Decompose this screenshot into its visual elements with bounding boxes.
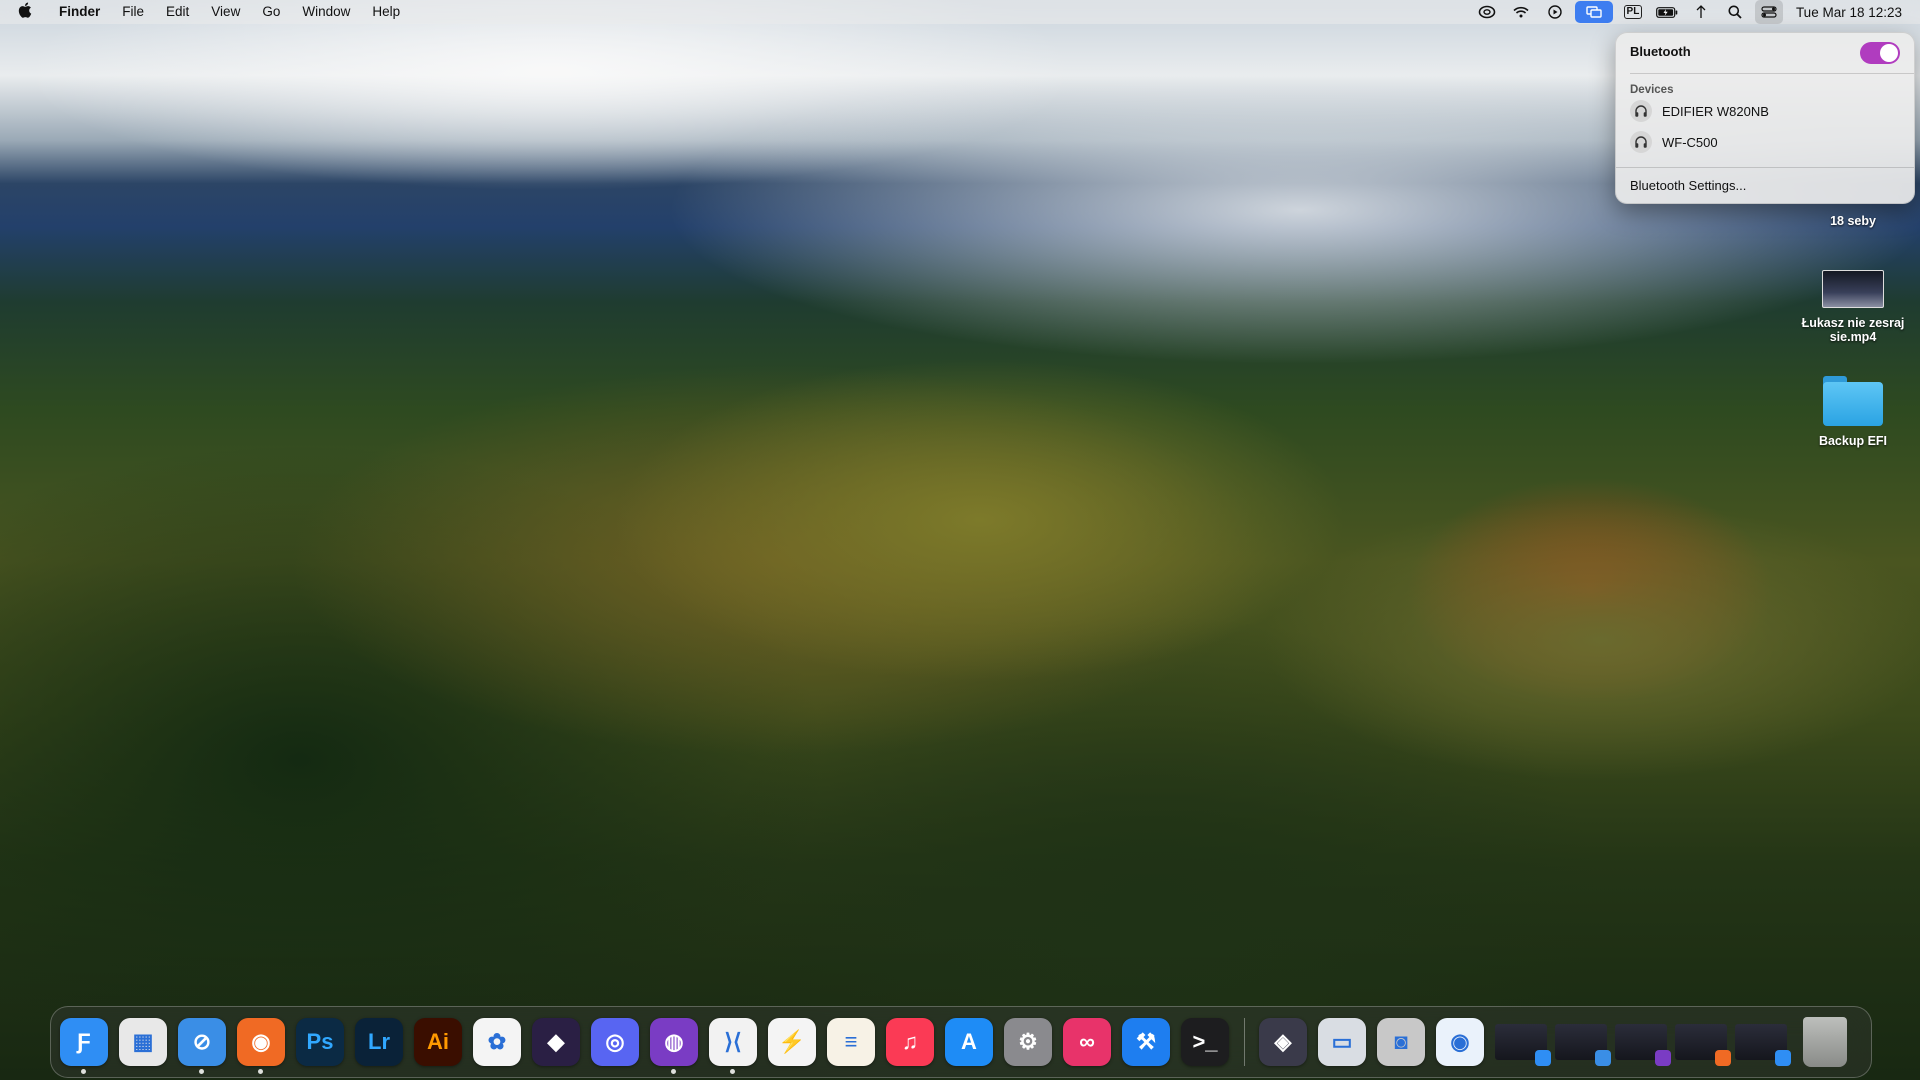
finder-window-icon[interactable] (1735, 1024, 1791, 1066)
lightroom-icon[interactable]: Lr (355, 1018, 403, 1066)
toggle-knob (1880, 44, 1898, 62)
desktop-item-video[interactable]: Łukasz nie zesraj sie.mp4 (1798, 270, 1908, 344)
desktop-item-label: Łukasz nie zesraj sie.mp4 (1801, 316, 1905, 344)
control-center-icon[interactable] (1754, 0, 1783, 24)
running-indicator (199, 1069, 204, 1074)
github-desktop-icon[interactable]: ◍ (650, 1018, 698, 1074)
device-row-wf-c500[interactable]: WF-C500 (1630, 130, 1718, 154)
app-badge-icon (1775, 1050, 1791, 1066)
terminal-icon[interactable]: >_ (1181, 1018, 1229, 1066)
music-icon[interactable]: ♫ (886, 1018, 934, 1066)
device-name: WF-C500 (1662, 134, 1718, 150)
folder-icon (1823, 376, 1883, 426)
battery-icon[interactable] (1653, 0, 1681, 24)
running-indicator (258, 1069, 263, 1074)
trash-icon[interactable] (1803, 1017, 1847, 1067)
running-indicator (671, 1069, 676, 1074)
shortcuts-icon[interactable]: ◈ (1259, 1018, 1307, 1066)
app-badge-icon (1535, 1050, 1551, 1066)
desktop-item-label: 18 seby (1830, 214, 1876, 228)
safari-icon[interactable]: ⊘ (178, 1018, 226, 1074)
image-capture-icon[interactable]: ◙ (1377, 1018, 1425, 1066)
photos-icon[interactable]: ✿ (473, 1018, 521, 1066)
dock: Ƒ ▦ ⊘ ◉ Ps Lr Ai ✿ ◆ ◎ ◍ ⟩⟨ ⚡ ≡ ♫ A ⚙ ∞ ⚒ >_ ◈ ▭ ◙ ◉ (50, 1006, 1872, 1078)
spotlight-search-icon[interactable] (1721, 0, 1749, 24)
bluetooth-panel-title: Bluetooth (1630, 44, 1691, 59)
desktop-item-18-seby[interactable]: 18 seby (1798, 214, 1908, 228)
system-settings-icon[interactable]: ⚙ (1004, 1018, 1052, 1066)
wifi-icon[interactable] (1507, 0, 1535, 24)
video-thumbnail-icon (1822, 270, 1884, 308)
vscode-window-icon[interactable] (1495, 1024, 1551, 1066)
running-indicator (730, 1069, 735, 1074)
vscode-icon[interactable]: ⟩⟨ (709, 1018, 757, 1074)
input-source-label: PL (1623, 5, 1643, 19)
creative-cloud-status-icon[interactable] (1473, 0, 1501, 24)
bluetooth-panel: Bluetooth Devices EDIFIER W820NB WF-C500… (1615, 32, 1915, 204)
app-badge-icon (1655, 1050, 1671, 1066)
headphones-icon (1630, 131, 1652, 153)
creative-cloud-icon[interactable]: ∞ (1063, 1018, 1111, 1066)
bluetooth-toggle[interactable] (1860, 42, 1900, 64)
menu-file[interactable]: File (111, 0, 155, 24)
xcode-icon[interactable]: ⚒ (1122, 1018, 1170, 1066)
input-source-icon[interactable]: PL (1619, 0, 1647, 24)
headphones-icon (1630, 100, 1652, 122)
device-row-edifier[interactable]: EDIFIER W820NB (1630, 99, 1769, 123)
menu-go[interactable]: Go (251, 0, 291, 24)
github-window-icon[interactable] (1615, 1024, 1671, 1066)
menu-bar-clock[interactable]: Tue Mar 18 12:23 (1786, 5, 1920, 20)
divider (1616, 167, 1914, 168)
menu-window[interactable]: Window (291, 0, 361, 24)
launchpad-icon[interactable]: ▦ (119, 1018, 167, 1066)
desktop-item-backup-efi[interactable]: Backup EFI (1798, 376, 1908, 448)
devices-section-label: Devices (1630, 84, 1674, 96)
apple-menu-icon[interactable] (18, 2, 40, 22)
dock-items: Ƒ ▦ ⊘ ◉ Ps Lr Ai ✿ ◆ ◎ ◍ ⟩⟨ ⚡ ≡ ♫ A ⚙ ∞ ⚒ >_ ◈ ▭ ◙ ◉ (60, 1015, 1847, 1074)
menu-edit[interactable]: Edit (155, 0, 200, 24)
photoshop-icon[interactable]: Ps (296, 1018, 344, 1066)
running-indicator (81, 1069, 86, 1074)
illustrator-icon[interactable]: Ai (414, 1018, 462, 1066)
menu-app-name[interactable]: Finder (48, 0, 111, 24)
obsidian-icon[interactable]: ◆ (532, 1018, 580, 1066)
messenger-icon[interactable]: ⚡ (768, 1018, 816, 1066)
now-playing-icon[interactable] (1541, 0, 1569, 24)
notes-icon[interactable]: ≡ (827, 1018, 875, 1066)
app-badge-icon (1595, 1050, 1611, 1066)
screen-mirroring-icon[interactable] (1574, 1, 1613, 23)
menu-view[interactable]: View (200, 0, 251, 24)
app-store-icon[interactable]: A (945, 1018, 993, 1066)
firefox-window-icon[interactable] (1675, 1024, 1731, 1066)
discord-icon[interactable]: ◎ (591, 1018, 639, 1066)
firefox-icon[interactable]: ◉ (237, 1018, 285, 1074)
sync-status-icon[interactable] (1687, 0, 1715, 24)
dock-divider (1244, 1018, 1245, 1066)
screenshot-utility-icon[interactable]: ▭ (1318, 1018, 1366, 1066)
disk-utility-icon[interactable]: ◉ (1436, 1018, 1484, 1066)
device-name: EDIFIER W820NB (1662, 103, 1769, 119)
finder-icon[interactable]: Ƒ (60, 1018, 108, 1074)
divider (1630, 73, 1914, 74)
safari-window-icon[interactable] (1555, 1024, 1611, 1066)
app-badge-icon (1715, 1050, 1731, 1066)
bluetooth-settings-link[interactable]: Bluetooth Settings... (1630, 178, 1746, 193)
menu-bar: Finder File Edit View Go Window Help PL (0, 0, 1920, 24)
desktop-item-label: Backup EFI (1818, 434, 1888, 448)
menu-help[interactable]: Help (361, 0, 411, 24)
